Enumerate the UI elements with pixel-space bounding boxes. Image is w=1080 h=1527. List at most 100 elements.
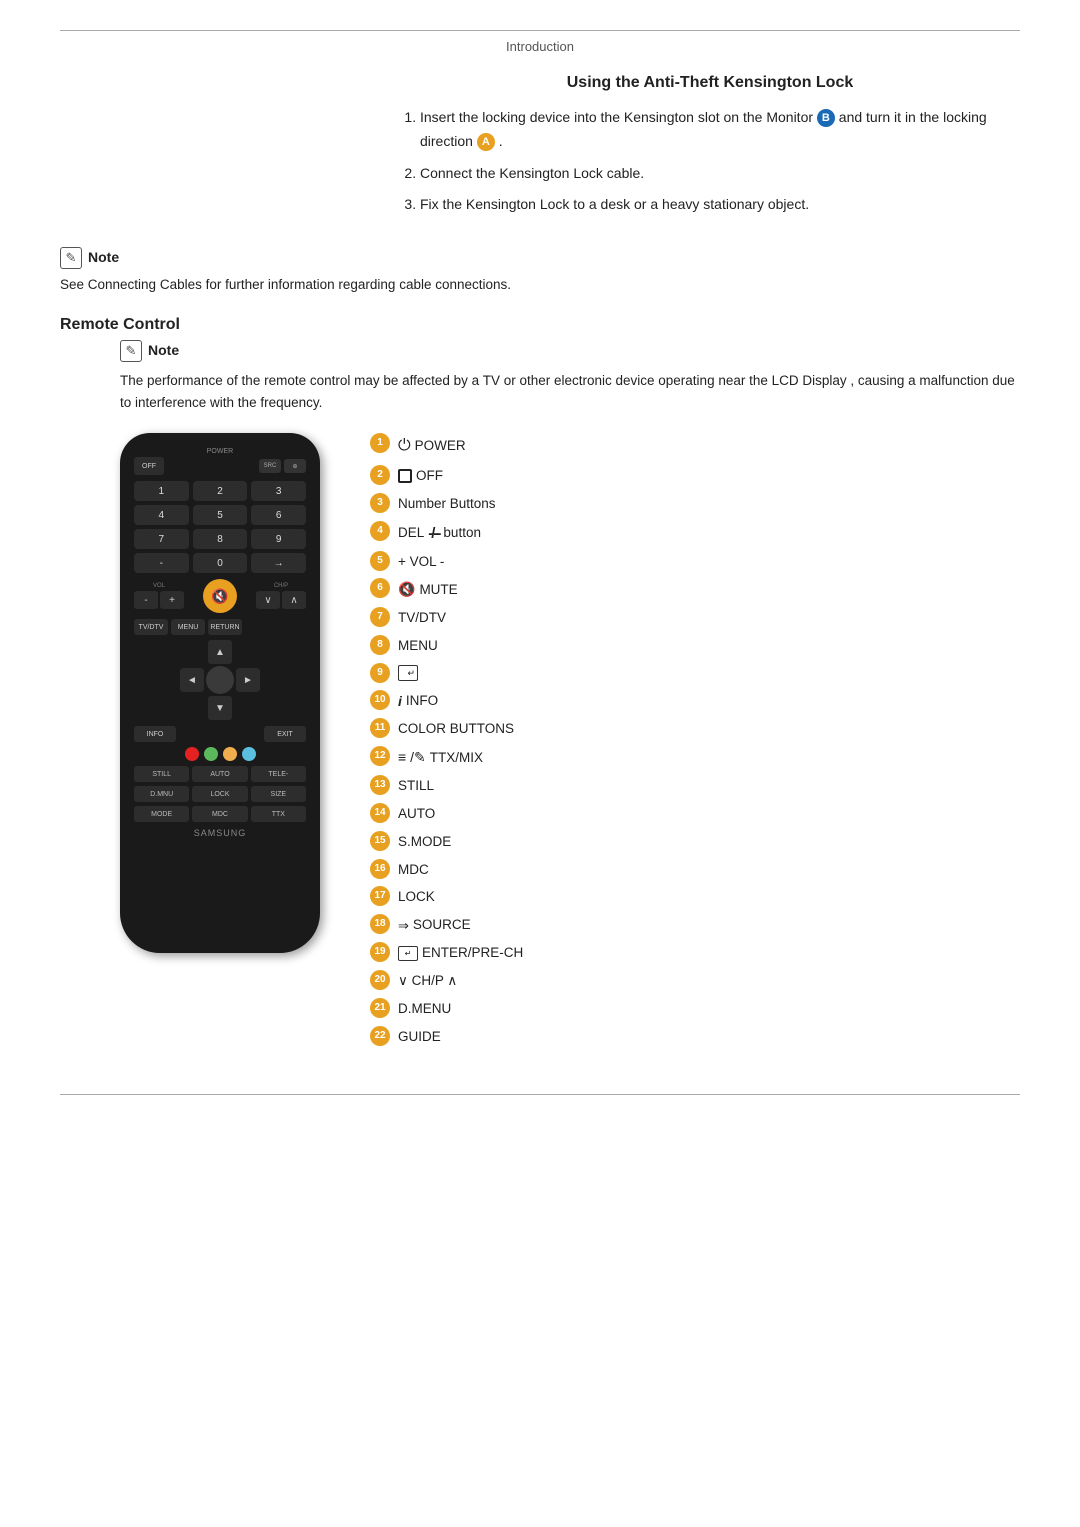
dpad-center[interactable]	[206, 666, 234, 694]
anti-theft-section: Using the Anti-Theft Kensington Lock Ins…	[400, 74, 1020, 217]
legend-text-13: STILL	[398, 775, 434, 796]
vol-minus[interactable]: -	[134, 591, 158, 609]
ch-down[interactable]: ∨	[256, 591, 280, 609]
num-7[interactable]: 7	[134, 529, 189, 549]
legend-num-14: 14	[370, 803, 390, 823]
legend-text-22: GUIDE	[398, 1026, 441, 1047]
legend-num-3: 3	[370, 493, 390, 513]
num-4[interactable]: 4	[134, 505, 189, 525]
ttx-btn[interactable]: TTX	[251, 806, 306, 822]
step-1: Insert the locking device into the Kensi…	[420, 106, 1020, 154]
legend-num-1: 1	[370, 433, 390, 453]
legend-num-5: 5	[370, 551, 390, 571]
legend-item-12: 12 ≡ /✎ TTX/MIX	[370, 746, 1020, 768]
step-3: Fix the Kensington Lock to a desk or a h…	[420, 193, 1020, 217]
legend-item-6: 6 🔇 MUTE	[370, 578, 1020, 600]
auto-btn[interactable]: AUTO	[192, 766, 247, 782]
lock-btn-remote[interactable]: LOCK	[192, 786, 247, 802]
legend-item-21: 21 D.MENU	[370, 998, 1020, 1019]
num-9[interactable]: 9	[251, 529, 306, 549]
num-1[interactable]: 1	[134, 481, 189, 501]
mute-icon: 🔇	[398, 580, 415, 600]
mdc-btn-remote[interactable]: MDC	[192, 806, 247, 822]
legend-num-15: 15	[370, 831, 390, 851]
legend-item-8: 8 MENU	[370, 635, 1020, 656]
num-6[interactable]: 6	[251, 505, 306, 525]
legend-text-17: LOCK	[398, 886, 435, 907]
anti-theft-title: Using the Anti-Theft Kensington Lock	[400, 74, 1020, 92]
legend-num-11: 11	[370, 718, 390, 738]
legend-num-18: 18	[370, 914, 390, 934]
num-5[interactable]: 5	[193, 505, 248, 525]
color-btn-green[interactable]	[204, 747, 218, 761]
enter-box-icon: ↵	[398, 946, 418, 961]
legend-num-20: 20	[370, 970, 390, 990]
mute-btn[interactable]: 🔇	[203, 579, 237, 613]
legend-item-10: 10 i INFO	[370, 690, 1020, 712]
color-btn-red[interactable]	[185, 747, 199, 761]
legend-num-22: 22	[370, 1026, 390, 1046]
legend-num-8: 8	[370, 635, 390, 655]
num-0[interactable]: 0	[193, 553, 248, 573]
dpad-left[interactable]: ◄	[180, 668, 204, 692]
ch-up[interactable]: ∧	[282, 591, 306, 609]
rc-note-header: ✎ Note	[120, 340, 1020, 362]
small-btns-row3: MODE MDC TTX	[134, 806, 306, 822]
tele-btn[interactable]: TELE-	[251, 766, 306, 782]
rc-note-icon: ✎	[120, 340, 142, 362]
step1-text3: .	[499, 133, 503, 149]
anti-theft-steps: Insert the locking device into the Kensi…	[400, 106, 1020, 217]
legend-item-5: 5 + VOL -	[370, 551, 1020, 572]
info-btn[interactable]: INFO	[134, 726, 176, 742]
remote-legend-container: POWER OFF SRC ⊕	[100, 433, 1020, 1053]
dpad-right[interactable]: ►	[236, 668, 260, 692]
num-del[interactable]: -	[134, 553, 189, 573]
remote-control-title: Remote Control	[60, 316, 1020, 334]
menu-btn[interactable]: MENU	[171, 619, 205, 635]
dpad-down[interactable]: ▼	[208, 696, 232, 720]
legend-num-13: 13	[370, 775, 390, 795]
return-btn[interactable]: RETURN	[208, 619, 242, 635]
size-btn[interactable]: SIZE	[251, 786, 306, 802]
dmenu-btn[interactable]: D.MNU	[134, 786, 189, 802]
dpad-container: ▲ ▼ ◄ ►	[134, 640, 306, 720]
legend-text-15: S.MODE	[398, 831, 451, 852]
rc-note-label: Note	[148, 340, 179, 358]
source-icon: ⇒	[398, 917, 409, 935]
color-btn-yellow[interactable]	[223, 747, 237, 761]
top-rule	[60, 30, 1020, 31]
vol-plus[interactable]: +	[160, 591, 184, 609]
legend-item-2: 2 OFF	[370, 465, 1020, 486]
remote-image: POWER OFF SRC ⊕	[100, 433, 340, 953]
legend-text-11: COLOR BUTTONS	[398, 718, 514, 739]
mode-btn[interactable]: MODE	[134, 806, 189, 822]
num-3[interactable]: 3	[251, 481, 306, 501]
legend: 1 ⏻ POWER 2 OFF 3 Number Buttons	[370, 433, 1020, 1053]
legend-item-4: 4 DEL -/-- button	[370, 521, 1020, 544]
return-icon: ↵	[398, 665, 418, 681]
exit-btn[interactable]: EXIT	[264, 726, 306, 742]
source-btn2[interactable]: ⊕	[284, 459, 306, 473]
legend-item-9: 9 ↵	[370, 663, 1020, 683]
legend-item-22: 22 GUIDE	[370, 1026, 1020, 1047]
legend-num-12: 12	[370, 746, 390, 766]
num-8[interactable]: 8	[193, 529, 248, 549]
legend-text-12: ≡ /✎ TTX/MIX	[398, 746, 483, 768]
remote-body: POWER OFF SRC ⊕	[120, 433, 320, 953]
legend-text-14: AUTO	[398, 803, 435, 824]
legend-text-1: ⏻ POWER	[398, 433, 466, 457]
color-btn-blue[interactable]	[242, 747, 256, 761]
still-btn[interactable]: STILL	[134, 766, 189, 782]
dpad-up[interactable]: ▲	[208, 640, 232, 664]
num-arrow[interactable]: →	[251, 553, 306, 573]
num-2[interactable]: 2	[193, 481, 248, 501]
legend-item-3: 3 Number Buttons	[370, 493, 1020, 514]
color-buttons-row	[134, 747, 306, 761]
power-icon: ⏻	[398, 435, 411, 457]
legend-text-3: Number Buttons	[398, 493, 496, 514]
source-btn-top[interactable]: SRC	[259, 459, 281, 473]
rc-note-text: The performance of the remote control ma…	[120, 370, 1020, 413]
off-btn[interactable]: OFF	[134, 457, 164, 475]
tv-dtv-btn[interactable]: TV/DTV	[134, 619, 168, 635]
legend-item-1: 1 ⏻ POWER	[370, 433, 1020, 457]
